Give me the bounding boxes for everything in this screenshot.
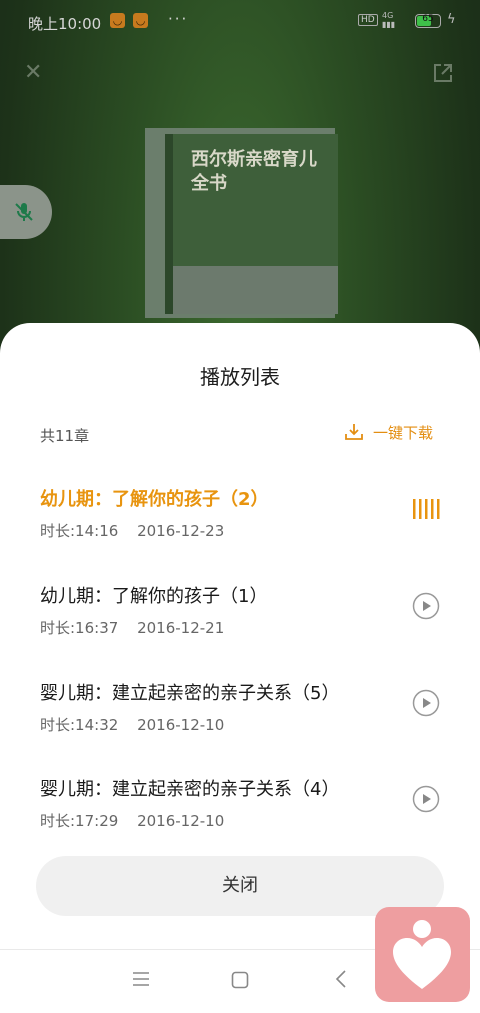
home-icon[interactable] — [231, 971, 249, 989]
book-cover: 西尔斯亲密育儿全书 — [145, 128, 338, 318]
chapter-title: 婴儿期：建立起亲密的亲子关系（4） — [40, 779, 340, 800]
book-cover-front: 西尔斯亲密育儿全书 — [165, 134, 338, 314]
menu-icon[interactable] — [132, 971, 150, 987]
play-icon[interactable] — [412, 785, 440, 813]
battery-icon: 65 — [415, 14, 441, 28]
download-all-button[interactable]: 一键下载 — [343, 421, 433, 443]
chapter-meta: 时长:14:16 2016-12-23 — [40, 520, 238, 541]
status-time: 晚上10:00 — [28, 15, 102, 33]
heart-icon — [393, 920, 451, 989]
playlist-item[interactable]: 幼儿期：了解你的孩子（1） 时长:16:37 2016-12-21 — [40, 582, 440, 662]
more-notifications-icon: ··· — [168, 10, 189, 28]
chapter-duration: 时长:14:32 — [40, 716, 119, 734]
hd-voice-icon: HD — [358, 14, 378, 26]
back-icon[interactable] — [334, 969, 348, 989]
status-bar: 晚上10:00 ◡ ◡ ··· HD 4G ▮▮▮ 65 ϟ — [0, 0, 480, 46]
download-all-label: 一键下载 — [373, 423, 434, 442]
chapter-meta: 时长:17:29 2016-12-10 — [40, 810, 238, 831]
play-icon[interactable] — [412, 592, 440, 620]
floating-heart-button[interactable] — [375, 907, 470, 1002]
sheet-title: 播放列表 — [200, 365, 280, 389]
chapter-duration: 时长:16:37 — [40, 619, 119, 637]
mic-toggle-button[interactable] — [0, 185, 52, 239]
close-icon[interactable]: ✕ — [24, 60, 42, 85]
app-notification-icon: ◡ — [133, 13, 148, 28]
playlist-item[interactable]: 婴儿期：建立起亲密的亲子关系（5） 时长:14:32 2016-12-10 — [40, 679, 440, 759]
signal-icon: 4G ▮▮▮ — [382, 11, 396, 29]
chapter-duration: 时长:17:29 — [40, 812, 119, 830]
play-icon[interactable] — [412, 689, 440, 717]
battery-level: 65 — [422, 14, 434, 24]
app-notification-icon: ◡ — [110, 13, 125, 28]
playlist-item[interactable]: 婴儿期：建立起亲密的亲子关系（4） 时长:17:29 2016-12-10 — [40, 775, 440, 855]
chapter-title: 幼儿期：了解你的孩子（1） — [40, 586, 268, 607]
chapter-date: 2016-12-10 — [137, 716, 225, 734]
chapter-date: 2016-12-21 — [137, 619, 225, 637]
chapter-meta: 时长:16:37 2016-12-21 — [40, 617, 238, 638]
playlist-item[interactable]: 幼儿期：了解你的孩子（2） 时长:14:16 2016-12-23 — [40, 485, 440, 565]
chapter-date: 2016-12-23 — [137, 522, 225, 540]
book-cover-lower — [173, 266, 338, 314]
book-title: 西尔斯亲密育儿全书 — [191, 149, 317, 194]
download-icon — [345, 424, 363, 440]
mic-off-icon — [15, 203, 33, 221]
now-playing-icon — [413, 499, 440, 519]
chapter-duration: 时长:14:16 — [40, 522, 119, 540]
chapter-date: 2016-12-10 — [137, 812, 225, 830]
signal-label: 4G — [382, 11, 394, 20]
chapter-count: 共11章 — [40, 427, 90, 445]
chapter-meta: 时长:14:32 2016-12-10 — [40, 714, 238, 735]
chapter-title: 幼儿期：了解你的孩子（2） — [40, 489, 269, 510]
charging-icon: ϟ — [447, 12, 456, 27]
chapter-title: 婴儿期：建立起亲密的亲子关系（5） — [40, 683, 340, 704]
share-icon[interactable] — [432, 62, 454, 84]
